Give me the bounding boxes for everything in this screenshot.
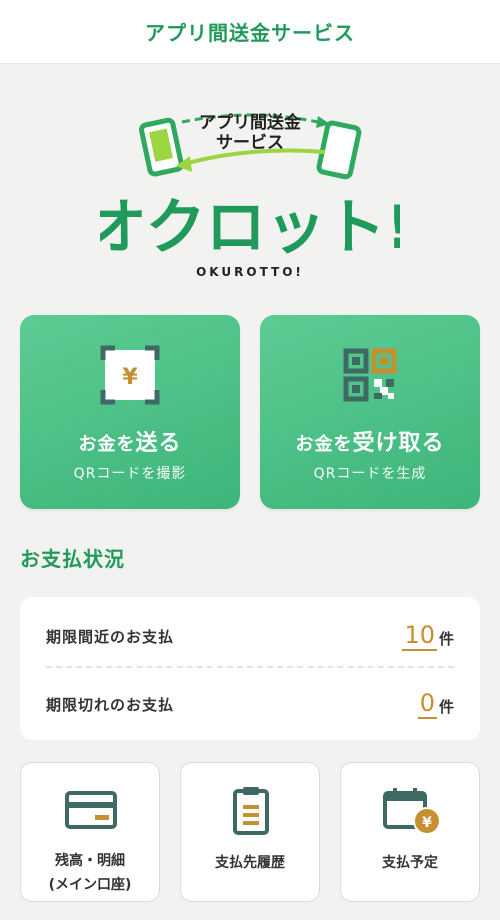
- phone-right-icon: [316, 120, 362, 180]
- due-soon-count-wrap: 10 件: [402, 621, 454, 651]
- overdue-unit: 件: [438, 698, 454, 716]
- yen-scan-icon: ¥: [100, 345, 160, 405]
- app-header: アプリ間送金サービス: [0, 0, 500, 64]
- receive-title-small: お金を: [295, 434, 353, 455]
- due-soon-label: 期限間近のお支払: [46, 627, 175, 646]
- header-title: アプリ間送金サービス: [145, 21, 355, 45]
- payment-status-card: 期限間近のお支払 10 件 期限切れのお支払 0 件: [20, 597, 480, 740]
- balance-label-line2: (メイン口座): [48, 877, 132, 893]
- clipboard-icon: [233, 787, 269, 835]
- status-divider: [46, 666, 454, 668]
- payee-history-label: 支払先履歴: [215, 855, 285, 871]
- send-title-big: 送る: [135, 431, 182, 456]
- payment-status-title: お支払状況: [20, 547, 125, 571]
- receive-title-big: 受け取る: [352, 431, 445, 456]
- overdue-count: 0: [417, 689, 437, 719]
- due-soon-row[interactable]: 期限間近のお支払 10 件: [46, 611, 454, 661]
- overdue-label: 期限切れのお支払: [46, 695, 175, 714]
- overdue-row[interactable]: 期限切れのお支払 0 件: [46, 679, 454, 729]
- balance-statement-label: 残高・明細 (メイン口座): [21, 849, 159, 897]
- payment-schedule-button[interactable]: ¥ 支払予定: [340, 762, 480, 902]
- logo-romaji: OKUROTTO!: [196, 265, 304, 279]
- logo-brand: オクロット!: [100, 193, 400, 263]
- due-soon-count: 10: [402, 621, 437, 651]
- receive-title: お金を受け取る: [260, 425, 480, 457]
- payment-schedule-label: 支払予定: [382, 855, 438, 871]
- receive-subtitle: QRコードを生成: [313, 466, 427, 482]
- okurotto-logo: アプリ間送金 サービス オクロット! OKUROTTO!: [100, 112, 400, 279]
- balance-statement-button[interactable]: 残高・明細 (メイン口座): [20, 762, 160, 902]
- card-icon: [65, 791, 117, 829]
- qr-code-icon: [343, 348, 397, 402]
- balance-label-line1: 残高・明細: [55, 853, 125, 869]
- receive-money-button[interactable]: お金を受け取る QRコードを生成: [260, 315, 480, 509]
- send-title: お金を送る: [20, 425, 240, 457]
- overdue-count-wrap: 0 件: [417, 689, 454, 719]
- calendar-yen-icon: ¥: [383, 788, 441, 835]
- payee-history-button[interactable]: 支払先履歴: [180, 762, 320, 902]
- due-soon-unit: 件: [438, 630, 454, 648]
- send-money-button[interactable]: ¥ お金を送る QRコードを撮影: [20, 315, 240, 509]
- logo-tagline-line1: アプリ間送金: [199, 112, 302, 133]
- logo-tagline-line2: サービス: [216, 133, 284, 153]
- send-subtitle: QRコードを撮影: [73, 466, 187, 482]
- svg-text:¥: ¥: [122, 365, 138, 390]
- svg-text:¥: ¥: [422, 815, 432, 831]
- phone-left-icon: [139, 117, 184, 177]
- send-title-small: お金を: [78, 434, 136, 455]
